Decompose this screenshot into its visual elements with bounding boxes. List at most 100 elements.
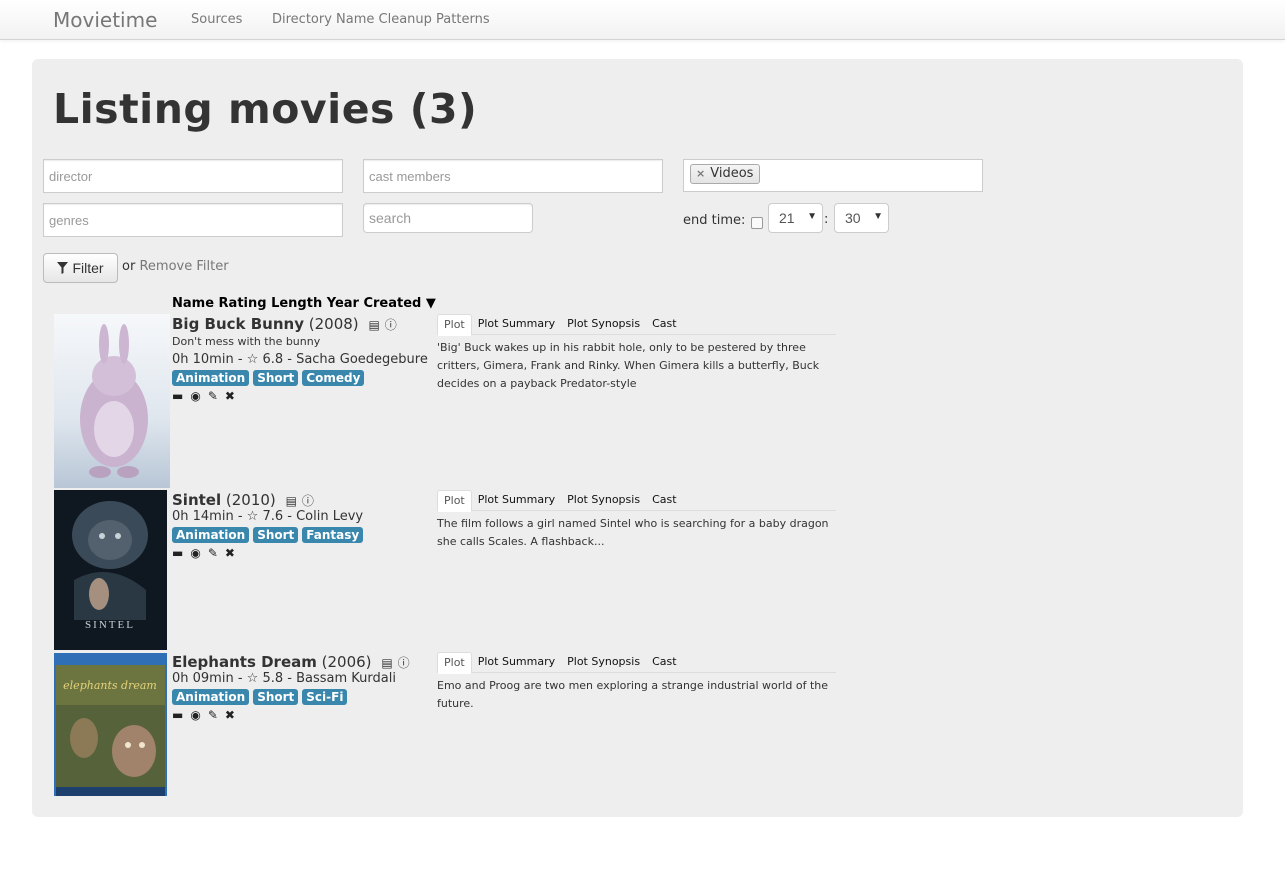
brand-link[interactable]: Movietime	[53, 8, 157, 32]
genre-label[interactable]: Sci-Fi	[302, 689, 348, 705]
eye-icon[interactable]: ◉	[190, 708, 200, 722]
tab-plot[interactable]: Plot	[437, 490, 472, 512]
filter-button-label: Filter	[72, 260, 104, 276]
bunny-poster-image	[54, 314, 170, 488]
genre-label[interactable]: Animation	[172, 370, 250, 386]
plot-tabs: Plot Plot Summary Plot Synopsis Cast	[437, 314, 836, 336]
movie-year: (2008)	[308, 315, 359, 333]
tab-cast[interactable]: Cast	[646, 490, 682, 510]
movie-tagline: Don't mess with the bunny	[172, 335, 321, 348]
movie-name-link[interactable]: Elephants Dream	[172, 653, 317, 671]
eye-icon[interactable]: ◉	[190, 546, 200, 560]
genre-label[interactable]: Animation	[172, 527, 250, 543]
genre-label[interactable]: Short	[253, 370, 299, 386]
poster-big-buck-bunny[interactable]	[54, 314, 170, 488]
tab-plot[interactable]: Plot	[437, 652, 472, 674]
nav-cleanup-patterns-link[interactable]: Directory Name Cleanup Patterns	[272, 12, 490, 27]
film-icon[interactable]: ▤	[286, 494, 297, 508]
movie-year: (2006)	[321, 653, 372, 671]
end-time-label: end time:	[683, 213, 746, 228]
navbar: Movietime Sources Directory Name Cleanup…	[0, 0, 1285, 40]
page-title: Listing movies (3)	[53, 85, 478, 133]
movie-meta: 0h 09min - ☆ 5.8 - Bassam Kurdali	[172, 671, 396, 686]
tab-plot-summary[interactable]: Plot Summary	[472, 652, 561, 672]
end-hour-select[interactable]: 21 ▼	[768, 203, 823, 233]
genre-label[interactable]: Short	[253, 689, 299, 705]
end-minute-select[interactable]: 30 ▼	[834, 203, 889, 233]
remove-filter-link[interactable]: Remove Filter	[139, 259, 228, 274]
film-icon[interactable]: ▤	[368, 318, 379, 332]
genre-labels: Animation Short Sci-Fi	[172, 689, 348, 705]
svg-text:elephants dream: elephants dream	[63, 679, 157, 692]
movie-meta: 0h 14min - ☆ 7.6 - Colin Levy	[172, 509, 364, 524]
tab-cast[interactable]: Cast	[646, 314, 682, 334]
film-icon[interactable]: ▤	[381, 656, 392, 670]
remove-tag-icon[interactable]: ×	[696, 167, 705, 180]
movie-actions: ▬ ◉ ✎ ✖	[172, 546, 235, 560]
sintel-poster-image: SINTEL	[54, 490, 167, 650]
movie-title-line: Elephants Dream (2006) ▤ ⓘ	[172, 653, 410, 671]
filter-button[interactable]: Filter	[43, 253, 118, 283]
eye-icon[interactable]: ◉	[190, 389, 200, 403]
folder-open-icon[interactable]: ▬	[172, 708, 183, 722]
edit-icon[interactable]: ✎	[208, 389, 218, 403]
tab-cast[interactable]: Cast	[646, 652, 682, 672]
director-input[interactable]	[43, 159, 343, 193]
movie-actions: ▬ ◉ ✎ ✖	[172, 389, 235, 403]
source-tag-label: Videos	[710, 166, 754, 181]
movie-title-line: Sintel (2010) ▤ ⓘ	[172, 491, 314, 509]
tab-plot[interactable]: Plot	[437, 314, 472, 336]
tab-plot-summary[interactable]: Plot Summary	[472, 314, 561, 334]
genre-labels: Animation Short Fantasy	[172, 527, 364, 543]
info-icon[interactable]: ⓘ	[398, 654, 410, 671]
genre-label[interactable]: Comedy	[302, 370, 365, 386]
nav-sources-link[interactable]: Sources	[191, 12, 242, 27]
or-label: or	[122, 259, 136, 274]
movie-year: (2010)	[225, 491, 276, 509]
genre-label[interactable]: Fantasy	[302, 527, 364, 543]
poster-sintel[interactable]: SINTEL	[54, 490, 167, 650]
end-time-checkbox[interactable]	[751, 217, 763, 229]
movie-title-line: Big Buck Bunny (2008) ▤ ⓘ	[172, 315, 397, 333]
tab-plot-summary[interactable]: Plot Summary	[472, 490, 561, 510]
plot-tabs: Plot Plot Summary Plot Synopsis Cast	[437, 652, 836, 674]
genre-label[interactable]: Animation	[172, 689, 250, 705]
sources-tag-input[interactable]: × Videos	[683, 159, 983, 192]
movie-name-link[interactable]: Big Buck Bunny	[172, 315, 304, 333]
or-text: or Remove Filter	[122, 259, 229, 274]
plot-text: 'Big' Buck wakes up in his rabbit hole, …	[437, 341, 820, 390]
sort-header[interactable]: Name Rating Length Year Created ▼	[172, 296, 436, 311]
folder-open-icon[interactable]: ▬	[172, 546, 183, 560]
remove-icon[interactable]: ✖	[225, 389, 235, 403]
folder-open-icon[interactable]: ▬	[172, 389, 183, 403]
genres-input[interactable]	[43, 203, 343, 237]
time-separator: :	[824, 212, 829, 227]
edit-icon[interactable]: ✎	[208, 546, 218, 560]
search-input[interactable]	[363, 203, 533, 233]
plot-text: Emo and Proog are two men exploring a st…	[437, 679, 828, 710]
info-icon[interactable]: ⓘ	[385, 316, 397, 333]
genre-labels: Animation Short Comedy	[172, 370, 365, 386]
remove-icon[interactable]: ✖	[225, 708, 235, 722]
source-tag-videos: × Videos	[690, 164, 761, 184]
cast-members-input[interactable]	[363, 159, 663, 193]
funnel-icon	[57, 262, 69, 274]
plot-tabs: Plot Plot Summary Plot Synopsis Cast	[437, 490, 836, 512]
remove-icon[interactable]: ✖	[225, 546, 235, 560]
poster-elephants-dream[interactable]: elephants dream	[54, 653, 167, 796]
info-icon[interactable]: ⓘ	[302, 492, 314, 509]
plot-text: The film follows a girl named Sintel who…	[437, 517, 829, 548]
edit-icon[interactable]: ✎	[208, 708, 218, 722]
genre-label[interactable]: Short	[253, 527, 299, 543]
movie-name-link[interactable]: Sintel	[172, 491, 221, 509]
movie-meta: 0h 10min - ☆ 6.8 - Sacha Goedegebure	[172, 352, 428, 367]
tab-plot-synopsis[interactable]: Plot Synopsis	[561, 652, 646, 672]
end-hour-value: 21	[779, 210, 795, 226]
caret-down-icon: ▼	[807, 211, 817, 222]
tab-plot-synopsis[interactable]: Plot Synopsis	[561, 314, 646, 334]
movie-actions: ▬ ◉ ✎ ✖	[172, 708, 235, 722]
svg-text:SINTEL: SINTEL	[85, 619, 135, 631]
elephants-dream-poster-image: elephants dream	[54, 653, 167, 796]
tab-plot-synopsis[interactable]: Plot Synopsis	[561, 490, 646, 510]
caret-down-icon: ▼	[873, 211, 883, 222]
